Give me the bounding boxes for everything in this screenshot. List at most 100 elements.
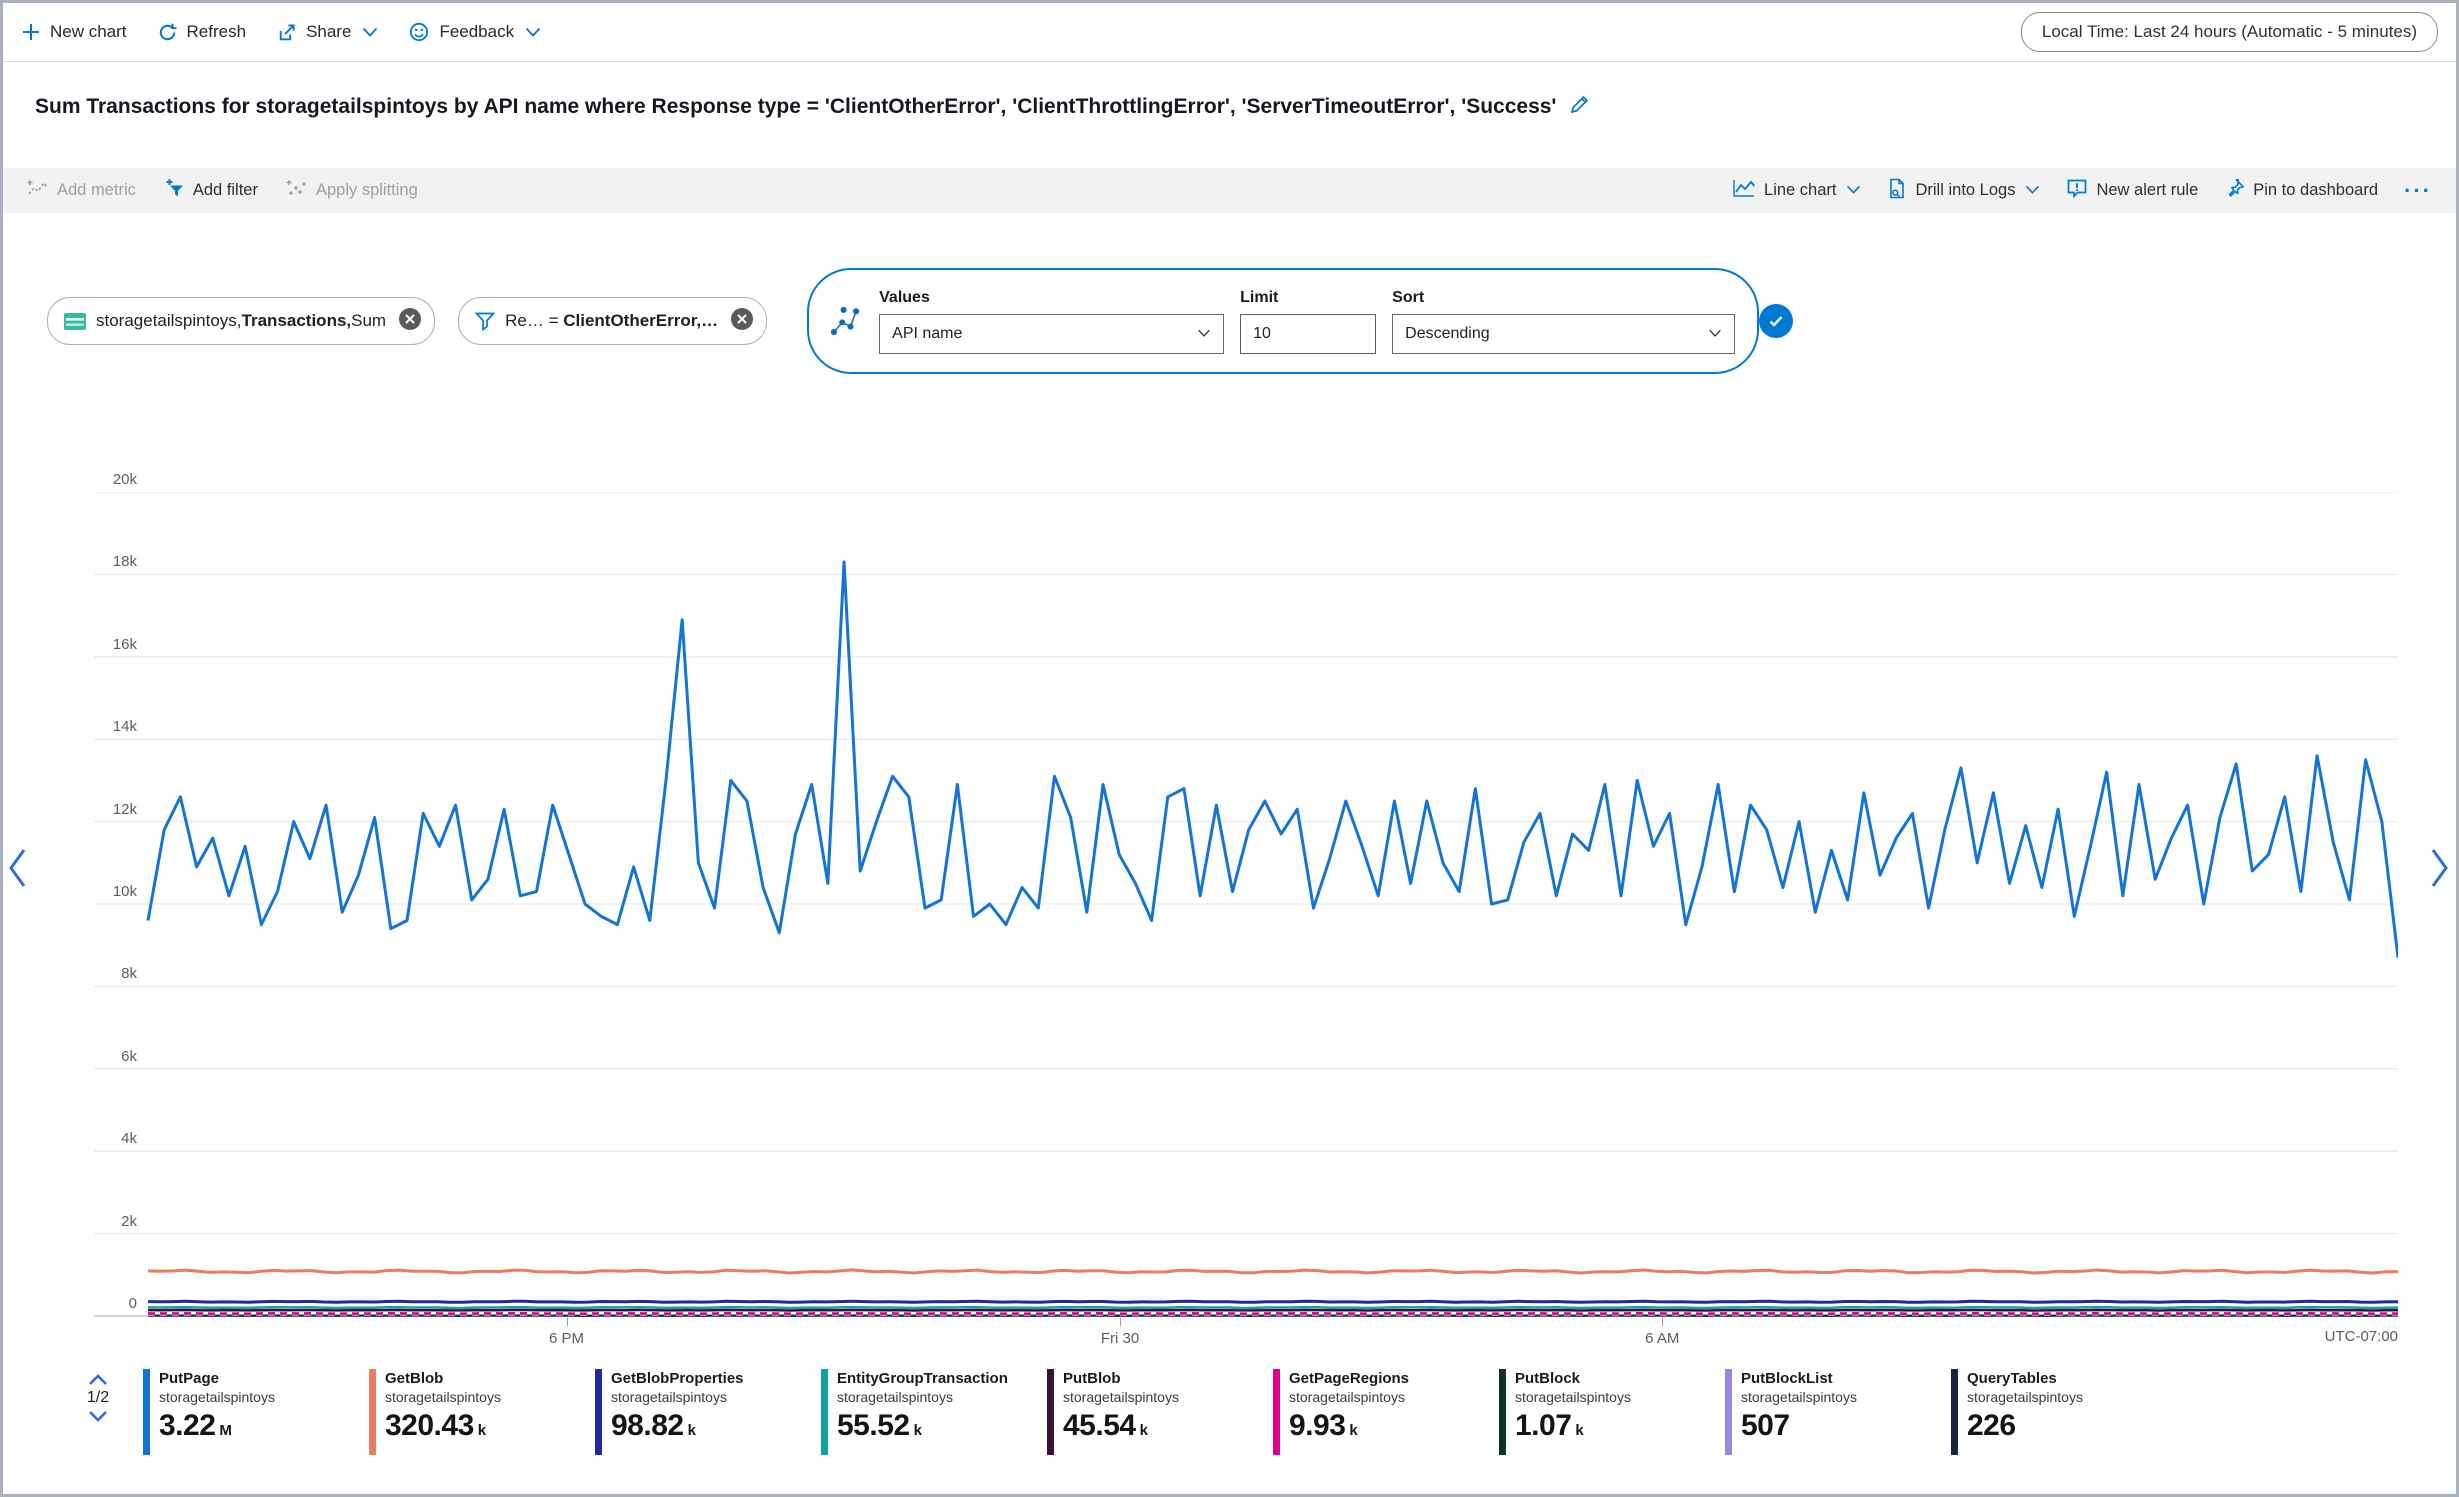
scroll-chart-left-chevron[interactable] [5, 844, 29, 897]
legend-swatch [369, 1369, 376, 1455]
legend-item-PutBlockList[interactable]: PutBlockListstoragetailspintoys507 [1725, 1369, 1951, 1455]
values-label: Values [879, 289, 1224, 307]
chevron-down-icon [525, 27, 541, 38]
legend-series-name: PutPage [159, 1369, 275, 1388]
legend-item-text: GetPageRegionsstoragetailspintoys9.93k [1289, 1369, 1409, 1455]
ellipsis-icon: ··· [2404, 186, 2432, 196]
legend-swatch [821, 1369, 828, 1455]
new-alert-rule-button[interactable]: New alert rule [2066, 178, 2198, 204]
legend-series-name: QueryTables [1967, 1369, 2083, 1388]
legend-item-PutBlock[interactable]: PutBlockstoragetailspintoys1.07k [1499, 1369, 1725, 1455]
legend-page-up-chevron[interactable] [88, 1373, 108, 1386]
legend-value-row: 45.54k [1063, 1411, 1179, 1441]
x-axis-tick-label: 6 PM [549, 1330, 584, 1347]
sort-label: Sort [1392, 289, 1735, 307]
scroll-chart-right-chevron[interactable] [2428, 844, 2452, 897]
legend-item-text: QueryTablesstoragetailspintoys226 [1967, 1369, 2083, 1455]
chart-type-button[interactable]: Line chart [1732, 178, 1861, 203]
new-chart-label: New chart [50, 22, 127, 42]
legend-value-unit: k [1349, 1422, 1357, 1439]
legend-value-unit: k [688, 1422, 696, 1439]
feedback-button[interactable]: Feedback [408, 21, 541, 43]
refresh-label: Refresh [187, 22, 247, 42]
legend-item-QueryTables[interactable]: QueryTablesstoragetailspintoys226 [1951, 1369, 2177, 1455]
time-range-button[interactable]: Local Time: Last 24 hours (Automatic - 5… [2021, 12, 2438, 52]
feedback-label: Feedback [439, 22, 514, 42]
y-axis-tick-label: 12k [3, 801, 137, 818]
filter-pill-value: ClientOtherError,… [563, 311, 718, 331]
legend-series-name: GetPageRegions [1289, 1369, 1409, 1388]
legend-series-name: GetBlobProperties [611, 1369, 744, 1388]
legend-swatch [1273, 1369, 1280, 1455]
legend-item-text: PutBlobstoragetailspintoys45.54k [1063, 1369, 1179, 1455]
splitting-panel: Values API name Limit Sort Descending [807, 268, 1759, 374]
legend-value: 9.93 [1289, 1411, 1345, 1441]
y-axis-tick-label: 4k [3, 1130, 137, 1147]
legend-swatch [1725, 1369, 1732, 1455]
limit-field-group: Limit [1240, 289, 1376, 354]
edit-title-pencil-icon[interactable] [1568, 94, 1590, 121]
x-axis-tick-label: 6 AM [1645, 1330, 1679, 1347]
share-icon [276, 22, 297, 43]
filter-funnel-icon [475, 312, 495, 331]
pin-to-dashboard-button[interactable]: Pin to dashboard [2224, 178, 2378, 204]
legend-item-PutBlob[interactable]: PutBlobstoragetailspintoys45.54k [1047, 1369, 1273, 1455]
chevron-down-icon [1846, 181, 1861, 200]
pills-row: storagetailspintoys, Transactions, Sum R… [3, 213, 2456, 384]
add-metric-icon [27, 178, 49, 203]
remove-filter-icon[interactable] [730, 307, 754, 336]
y-axis-tick-label: 6k [3, 1048, 137, 1065]
values-field-group: Values API name [879, 289, 1224, 354]
page-title: Sum Transactions for storagetailspintoys… [35, 95, 1556, 119]
drill-into-logs-button[interactable]: Drill into Logs [1887, 178, 2040, 204]
legend-item-GetBlobProperties[interactable]: GetBlobPropertiesstoragetailspintoys98.8… [595, 1369, 821, 1455]
legend-value-row: 98.82k [611, 1411, 744, 1441]
add-filter-button[interactable]: Add filter [164, 178, 258, 204]
legend-value-unit: k [914, 1422, 922, 1439]
legend-series-name: PutBlockList [1741, 1369, 1857, 1388]
new-chart-button[interactable]: New chart [21, 22, 127, 42]
legend-page-down-chevron[interactable] [88, 1410, 108, 1423]
metric-pill[interactable]: storagetailspintoys, Transactions, Sum [47, 297, 435, 345]
legend-item-EntityGroupTransaction[interactable]: EntityGroupTransactionstoragetailspintoy… [821, 1369, 1047, 1455]
legend-item-GetBlob[interactable]: GetBlobstoragetailspintoys320.43k [369, 1369, 595, 1455]
legend-item-PutPage[interactable]: PutPagestoragetailspintoys3.22M [143, 1369, 369, 1455]
more-options-button[interactable]: ··· [2404, 186, 2432, 196]
legend: 1/2 PutPagestoragetailspintoys3.22MGetBl… [53, 1369, 2177, 1455]
add-metric-button[interactable]: Add metric [27, 178, 136, 203]
sort-select[interactable]: Descending [1392, 314, 1735, 354]
y-axis-tick-label: 20k [3, 471, 137, 488]
share-button[interactable]: Share [276, 22, 378, 43]
y-axis-tick-label: 8k [3, 965, 137, 982]
legend-resource-name: storagetailspintoys [1063, 1388, 1179, 1406]
legend-value-row: 226 [1967, 1411, 2083, 1441]
chevron-down-icon [2025, 181, 2040, 200]
legend-value-unit: k [478, 1422, 486, 1439]
apply-splitting-check-button[interactable] [1759, 304, 1793, 338]
legend-series-name: PutBlock [1515, 1369, 1631, 1388]
legend-item-GetPageRegions[interactable]: GetPageRegionsstoragetailspintoys9.93k [1273, 1369, 1499, 1455]
legend-swatch [595, 1369, 602, 1455]
limit-input[interactable] [1240, 314, 1376, 354]
refresh-button[interactable]: Refresh [157, 22, 247, 43]
legend-resource-name: storagetailspintoys [385, 1388, 501, 1406]
apply-splitting-button[interactable]: Apply splitting [286, 178, 418, 203]
apply-splitting-label: Apply splitting [316, 181, 418, 200]
legend-value-unit: k [1575, 1422, 1583, 1439]
legend-item-text: PutBlockstoragetailspintoys1.07k [1515, 1369, 1631, 1455]
legend-swatch [1047, 1369, 1054, 1455]
filter-pill[interactable]: Re… = ClientOtherError,… [458, 297, 767, 345]
legend-value: 55.52 [837, 1411, 910, 1441]
legend-value: 3.22 [159, 1411, 215, 1441]
metric-pill-metric: Transactions, [242, 311, 352, 331]
values-select[interactable]: API name [879, 314, 1224, 354]
x-axis-tick [567, 1318, 568, 1326]
legend-value: 226 [1967, 1411, 2016, 1441]
legend-item-text: PutBlockListstoragetailspintoys507 [1741, 1369, 1857, 1455]
new-alert-rule-label: New alert rule [2096, 181, 2198, 200]
line-chart-plot[interactable] [94, 492, 2398, 1318]
y-axis-tick-label: 16k [3, 636, 137, 653]
remove-metric-icon[interactable] [398, 307, 422, 336]
legend-value-row: 1.07k [1515, 1411, 1631, 1441]
legend-value: 98.82 [611, 1411, 684, 1441]
